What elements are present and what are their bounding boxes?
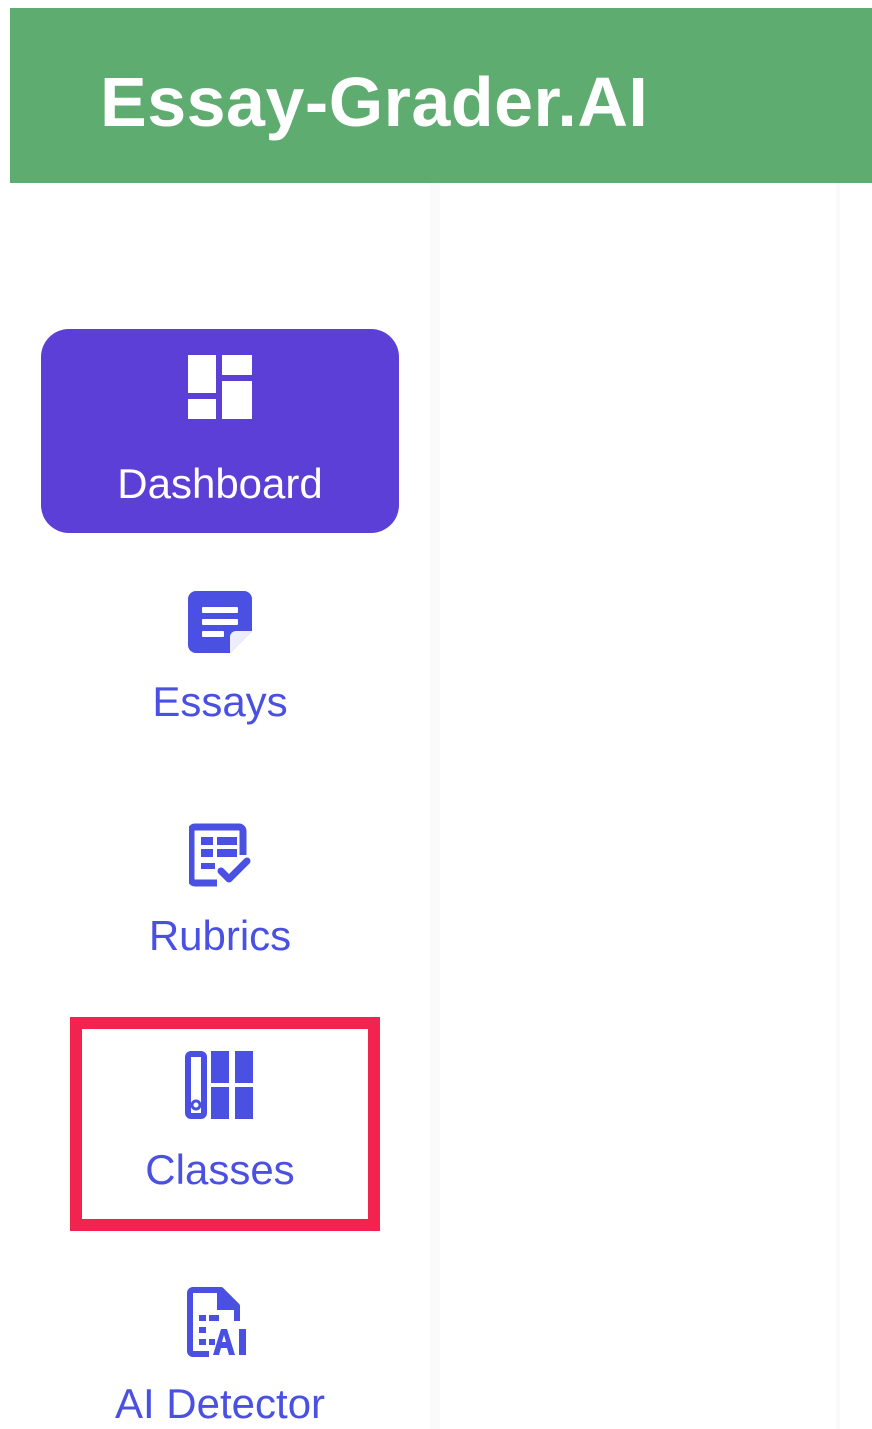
sidebar-item-dashboard[interactable]: Dashboard [41,329,399,533]
sidebar-item-rubrics[interactable]: Rubrics [41,807,399,1011]
essay-document-icon [188,591,252,653]
right-gutter [840,183,872,1429]
dashboard-icon [188,355,252,419]
sidebar-item-label: Dashboard [117,460,323,507]
sidebar-item-label: Essays [152,678,288,725]
classes-binder-icon [185,1051,253,1119]
sidebar-item-classes[interactable]: Classes [41,1041,399,1245]
sidebar-item-label: AI Detector [114,1380,326,1427]
sidebar-nav: Dashboard Essays Rubrics Classes AI Dete… [0,183,430,1429]
rubric-checklist-icon [189,823,251,887]
sidebar-item-essays[interactable]: Essays [41,573,399,777]
sidebar-item-ai-detector[interactable]: AI Detector [41,1275,399,1429]
ai-detector-document-icon [187,1287,246,1357]
main-content-area [440,183,836,1429]
sidebar-item-label: Classes [145,1146,295,1193]
sidebar-item-label: Rubrics [148,912,292,959]
app-title: Essay-Grader.AI [100,63,649,141]
app-header: Essay-Grader.AI [10,8,872,183]
app-window: Essay-Grader.AI Dashboard Essays Rubrics… [0,0,872,1429]
main-content-panel [430,183,840,1429]
